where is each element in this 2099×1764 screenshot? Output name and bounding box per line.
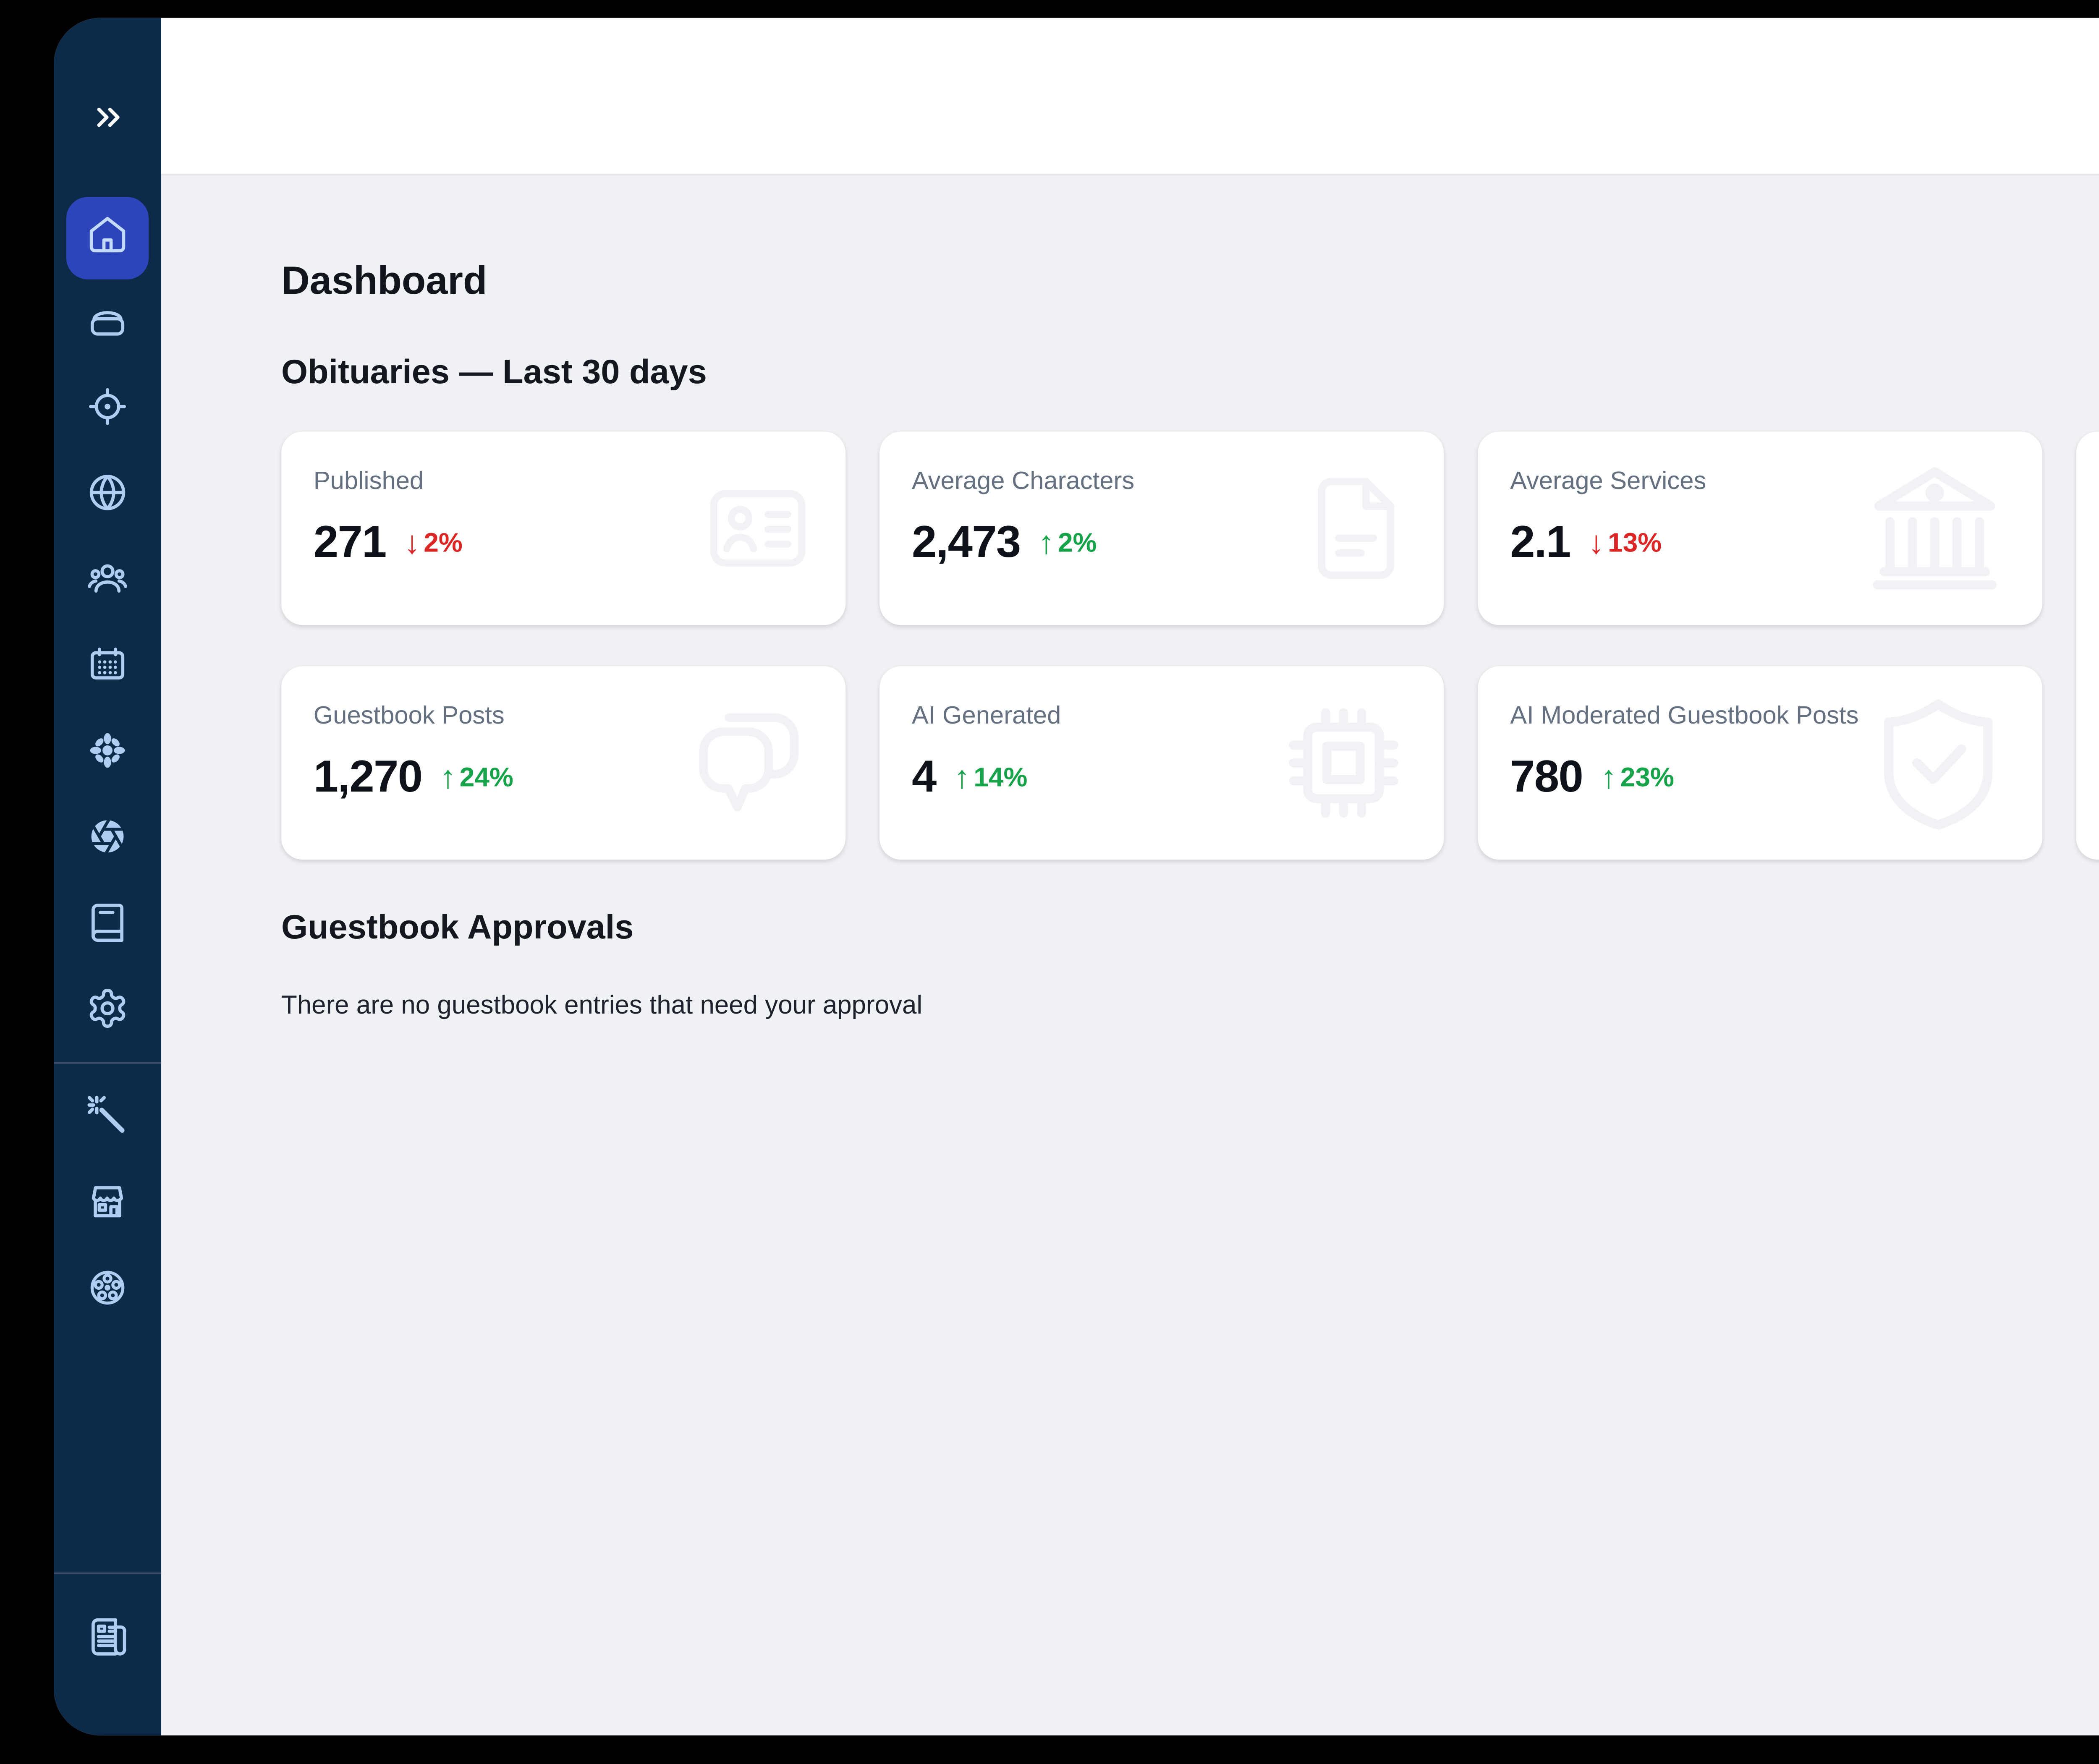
obituaries-section-header: Obituaries — Last 30 days Last refreshed… [281, 351, 2099, 396]
sidebar-divider [54, 1062, 162, 1064]
magic-wand-icon [86, 1093, 129, 1145]
sidebar-item-calendar[interactable] [65, 625, 151, 711]
globe-icon [86, 470, 129, 522]
trend-up-icon: ↑ [954, 759, 970, 795]
chat-bubbles-icon [681, 695, 817, 831]
stat-card-ai-generated: AI Generated 4 ↑ 14% [879, 666, 1444, 860]
guestbook-empty-message: There are no guestbook entries that need… [281, 992, 923, 1021]
trend-up-icon: ↑ [1600, 759, 1617, 795]
app-window: SV Dashboard Obituaries — Last 30 days L… [54, 18, 2099, 1735]
cpu-chip-icon [1272, 691, 1415, 834]
stat-delta: ↓ 2% [404, 525, 463, 561]
aperture-icon [86, 814, 129, 866]
stat-delta: ↑ 2% [1038, 525, 1097, 561]
locate-target-icon [86, 384, 129, 436]
stat-value: 2.1 [1510, 517, 1571, 568]
main-area: SV Dashboard Obituaries — Last 30 days L… [161, 18, 2099, 1735]
stat-card-average-characters: Average Characters 2,473 ↑ 2% [879, 431, 1444, 625]
sidebar [54, 18, 162, 1735]
average-views-card: Average Views 1,578 — TOP VIEWS — Owen B… [2076, 431, 2099, 860]
stats-grid: Published 271 ↓ 2% Average Characters 2,… [281, 431, 2099, 860]
sidebar-nav [54, 195, 162, 1334]
stat-delta: ↑ 23% [1600, 759, 1674, 795]
double-chevron-right-icon [89, 99, 126, 145]
sidebar-item-locate[interactable] [65, 367, 151, 453]
stat-card-published: Published 271 ↓ 2% [281, 431, 846, 625]
calendar-icon [86, 642, 129, 694]
bank-icon [1856, 449, 2014, 607]
sidebar-expand-button[interactable] [65, 79, 151, 165]
sidebar-item-home[interactable] [66, 197, 149, 280]
stat-card-ai-moderated: AI Moderated Guestbook Posts 780 ↑ 23% [1478, 666, 2042, 860]
sidebar-item-media[interactable] [65, 797, 151, 883]
stat-value: 780 [1510, 752, 1583, 802]
trend-up-icon: ↑ [440, 759, 456, 795]
book-icon [86, 900, 129, 952]
sidebar-item-users[interactable] [65, 539, 151, 625]
sidebar-item-news[interactable] [65, 1597, 151, 1683]
sidebar-item-archive[interactable] [65, 281, 151, 367]
sidebar-item-globe[interactable] [65, 453, 151, 539]
flower-icon [86, 728, 129, 780]
obituaries-heading: Obituaries — Last 30 days [281, 354, 707, 392]
stat-delta: ↓ 13% [1588, 525, 1662, 561]
shield-check-icon [1863, 688, 2013, 838]
document-icon [1297, 465, 1415, 591]
sidebar-item-settings[interactable] [65, 969, 151, 1055]
guestbook-approvals-heading: Guestbook Approvals [281, 909, 634, 948]
page-title: Dashboard [281, 258, 487, 303]
stat-value: 271 [313, 517, 387, 568]
sidebar-divider-bottom [54, 1572, 162, 1574]
stat-card-average-services: Average Services 2.1 ↓ 13% [1478, 431, 2042, 625]
newspaper-icon [86, 1615, 129, 1667]
users-icon [86, 556, 129, 608]
stat-card-guestbook-posts: Guestbook Posts 1,270 ↑ 24% [281, 666, 846, 860]
trend-up-icon: ↑ [1038, 525, 1055, 561]
film-reel-icon [86, 1265, 129, 1317]
stat-delta: ↑ 24% [440, 759, 513, 795]
trend-down-icon: ↓ [1588, 525, 1604, 561]
sidebar-item-store[interactable] [65, 1162, 151, 1248]
stat-value: 2,473 [912, 517, 1021, 568]
sidebar-bottom [54, 1565, 162, 1735]
sidebar-item-book[interactable] [65, 883, 151, 969]
sidebar-item-flowers[interactable] [65, 711, 151, 797]
contact-card-icon [699, 473, 817, 584]
stat-value: 1,270 [313, 752, 423, 802]
storefront-icon [86, 1179, 129, 1231]
sidebar-item-films[interactable] [65, 1248, 151, 1334]
screen: SV Dashboard Obituaries — Last 30 days L… [0, 0, 2099, 1764]
gear-icon [86, 986, 129, 1038]
content: Dashboard Obituaries — Last 30 days Last… [161, 175, 2099, 1735]
home-icon [86, 212, 129, 264]
stat-delta: ↑ 14% [954, 759, 1028, 795]
top-bar: SV [161, 18, 2099, 176]
archive-box-icon [86, 298, 129, 350]
trend-down-icon: ↓ [404, 525, 420, 561]
stat-value: 4 [912, 752, 937, 802]
sidebar-item-ai-tools[interactable] [65, 1077, 151, 1163]
